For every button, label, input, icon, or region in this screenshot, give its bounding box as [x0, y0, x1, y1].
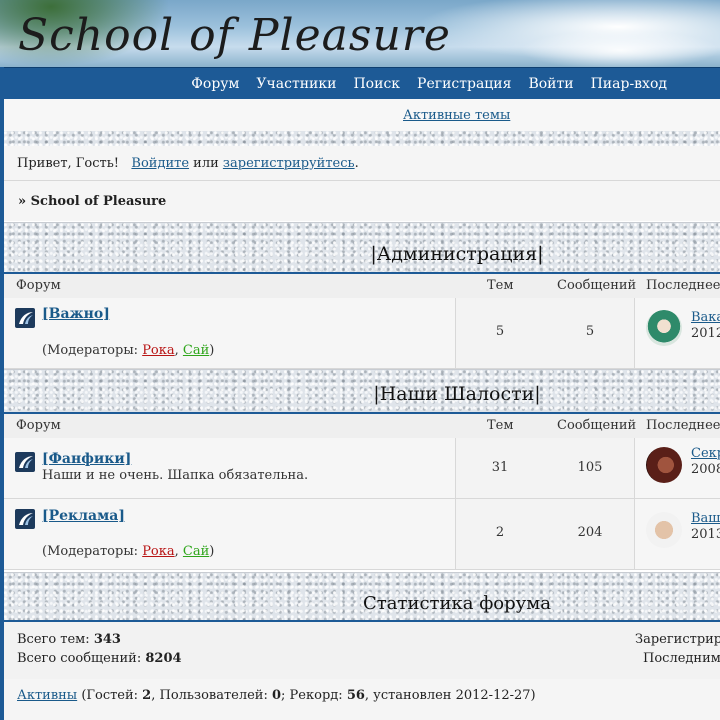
posts-count: 204 [577, 525, 603, 540]
col-forum: Форум [16, 278, 61, 293]
forum-row-fanfics: [Фанфики] Наши и не очень. Шапка обязате… [4, 438, 720, 499]
posts-count: 5 [585, 324, 595, 339]
nav-login[interactable]: Войти [528, 76, 573, 92]
category-header-administration: |Администрация| [4, 222, 720, 273]
total-topics-value: 343 [93, 632, 121, 647]
users-label: , Пользователей: [151, 688, 268, 703]
moderators-label: (Модераторы: [42, 544, 139, 559]
col-topics: Тем [487, 278, 514, 293]
total-posts-label: Всего сообщений: [17, 651, 142, 666]
total-posts-value: 8204 [145, 651, 182, 666]
topics-count: 2 [495, 525, 505, 540]
last-post-date: 2008 [691, 462, 720, 477]
last-post-link[interactable]: Секр [691, 446, 720, 461]
avatar[interactable] [646, 512, 682, 548]
record-label: ; Рекорд: [281, 688, 343, 703]
or-text: или [193, 156, 219, 171]
close-paren: ) [209, 544, 215, 559]
forum-icon [15, 509, 35, 529]
record-date: , установлен 2012-12-27) [364, 688, 536, 703]
separator: , [174, 544, 179, 559]
forum-icon [15, 308, 35, 328]
col-posts: Сообщений [557, 418, 637, 433]
record-count: 56 [346, 688, 365, 703]
stats-title: Статистика форума [363, 593, 551, 614]
breadcrumb-text: » School of Pleasure [18, 194, 167, 209]
main-nav: Форум Участники Поиск Регистрация Войти … [4, 67, 720, 100]
column-header: Форум Тем Сообщений Последнее с [4, 272, 720, 299]
forum-row-advertising: [Реклама] (Модераторы: Рока, Сай) 2 204 … [4, 499, 720, 570]
guests-label: (Гостей: [81, 688, 139, 703]
total-topics-label: Всего тем: [17, 632, 90, 647]
nav-members[interactable]: Участники [256, 76, 336, 92]
last-post-date: 2013 [691, 527, 720, 542]
moderator-link-sai[interactable]: Сай [183, 544, 209, 559]
last-post-link[interactable]: Вака [691, 310, 720, 325]
category-title: |Администрация| [370, 243, 544, 265]
moderator-link-roka[interactable]: Рока [142, 343, 174, 358]
nav-forum[interactable]: Форум [191, 76, 239, 92]
greeting-text: Привет, Гость! [17, 156, 120, 171]
period-text: . [354, 156, 359, 171]
active-topics-link[interactable]: Активные темы [403, 108, 510, 123]
nav-pr-login[interactable]: Пиар-вход [591, 76, 667, 92]
last-registered-label: Последним з [643, 651, 720, 666]
avatar[interactable] [646, 447, 682, 483]
col-topics: Тем [487, 418, 514, 433]
last-post-date: 2012 [691, 326, 720, 341]
moderators-label: (Модераторы: [42, 343, 139, 358]
forum-icon [15, 452, 35, 472]
nav-search[interactable]: Поиск [353, 76, 400, 92]
moderators: (Модераторы: Рока, Сай) [42, 544, 214, 559]
topics-count: 5 [495, 324, 505, 339]
category-header-pranks: |Наши Шалости| [4, 369, 720, 412]
forum-description: Наши и не очень. Шапка обязательна. [42, 468, 309, 483]
welcome-bar: Привет, Гость! Войдите или зарегистрируй… [4, 146, 720, 181]
site-header: School of Pleasure [0, 0, 720, 67]
moderator-link-sai[interactable]: Сай [183, 343, 209, 358]
breadcrumb: » School of Pleasure [4, 181, 720, 221]
registered-label: Зарегистриро [635, 632, 720, 647]
guests-count: 2 [142, 688, 152, 703]
texture-divider [4, 131, 720, 146]
forum-link-advertising[interactable]: [Реклама] [42, 508, 125, 524]
close-paren: ) [209, 343, 215, 358]
topics-count: 31 [491, 460, 509, 475]
avatar[interactable] [646, 310, 682, 346]
site-logo-title[interactable]: School of Pleasure [18, 10, 451, 61]
online-users: Активны (Гостей: 2, Пользователей: 0; Ре… [4, 679, 720, 720]
users-count: 0 [272, 688, 282, 703]
forum-stats: Всего тем: 343 Всего сообщений: 8204 Зар… [4, 620, 720, 681]
total-topics: Всего тем: 343 [17, 632, 121, 647]
moderators: (Модераторы: Рока, Сай) [42, 343, 214, 358]
forum-link-fanfics[interactable]: [Фанфики] [42, 451, 131, 467]
register-link[interactable]: зарегистрируйтесь [223, 156, 355, 171]
category-title: |Наши Шалости| [373, 383, 541, 405]
forum-row-important: [Важно] (Модераторы: Рока, Сай) 5 5 Вака… [4, 298, 720, 369]
login-link[interactable]: Войдите [131, 156, 189, 171]
stats-header: Статистика форума [4, 572, 720, 621]
separator: , [174, 343, 179, 358]
col-last: Последнее с [646, 278, 720, 293]
col-posts: Сообщений [557, 278, 637, 293]
moderator-link-roka[interactable]: Рока [142, 544, 174, 559]
forum-link-important[interactable]: [Важно] [42, 306, 110, 322]
col-forum: Форум [16, 418, 61, 433]
active-users-link[interactable]: Активны [17, 688, 77, 703]
active-topics-bar: Активные темы [4, 99, 720, 132]
total-posts: Всего сообщений: 8204 [17, 651, 182, 666]
last-post-link[interactable]: Ваш [691, 511, 720, 526]
header-cloud [520, 30, 720, 67]
col-last: Последнее с [646, 418, 720, 433]
column-header: Форум Тем Сообщений Последнее с [4, 412, 720, 439]
nav-register[interactable]: Регистрация [417, 76, 511, 92]
posts-count: 105 [577, 460, 603, 475]
